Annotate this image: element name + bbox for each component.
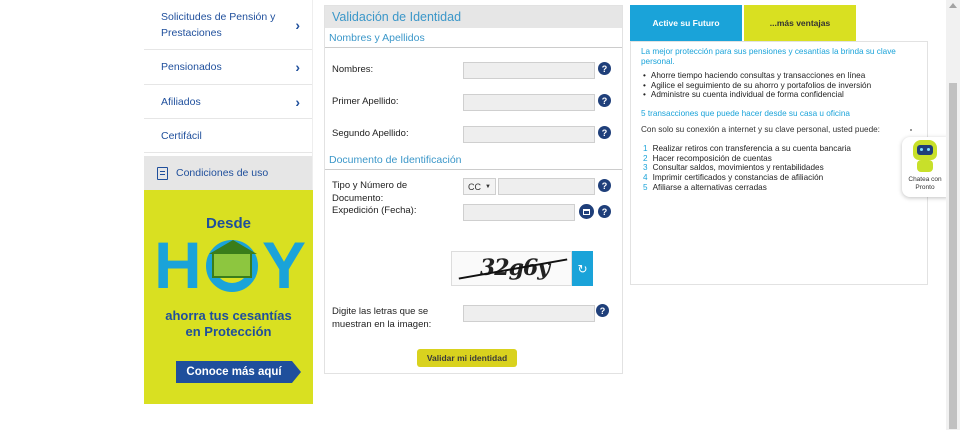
sidebar-item-label: Condiciones de uso <box>176 167 269 179</box>
sidebar-item-solicitudes[interactable]: Solicitudes de Pensión y Prestaciones › <box>144 0 312 50</box>
page: Solicitudes de Pensión y Prestaciones › … <box>0 0 960 430</box>
list-item: Agilice el seguimiento de su ahorro y po… <box>643 81 917 91</box>
doc-type-value: CC <box>468 181 481 192</box>
robot-icon <box>913 140 937 160</box>
list-item: 3 Consultar saldos, movimientos y rentabi… <box>643 163 824 173</box>
sidebar-item-condiciones[interactable]: Condiciones de uso <box>144 156 312 190</box>
row-tipo-documento: Tipo y Número de Documento: CC ▼ ? <box>325 170 622 204</box>
primer-apellido-input[interactable] <box>463 94 595 111</box>
chatbot-label-line1: Chatea con <box>908 176 942 183</box>
scroll-up-arrow-icon[interactable] <box>949 3 957 8</box>
list-item: 4 Imprimir certificados y constancias de … <box>643 172 824 182</box>
vertical-scrollbar[interactable] <box>946 0 960 430</box>
refresh-icon: ↻ <box>577 261 588 276</box>
row-captcha-input: Digite las letras que se muestran en la … <box>325 302 624 334</box>
row-primer-apellido: Primer Apellido: ? <box>325 86 622 118</box>
sidebar-item-afiliados[interactable]: Afiliados › <box>144 85 312 119</box>
form-title: Validación de Identidad <box>325 6 622 28</box>
chevron-right-icon: › <box>295 93 300 110</box>
help-icon[interactable]: ? <box>598 126 611 139</box>
sidebar-item-label: Certifácil <box>161 129 202 142</box>
captcha-input[interactable] <box>463 305 595 322</box>
section-heading-names: Nombres y Apellidos <box>325 28 622 48</box>
banner-hoy-h: H <box>154 228 202 302</box>
sidebar: Solicitudes de Pensión y Prestaciones › … <box>144 0 313 404</box>
captcha-image: 32g6y <box>451 251 572 286</box>
identity-validation-form: Validación de Identidad Nombres y Apelli… <box>324 5 623 374</box>
scrollbar-thumb[interactable] <box>949 83 957 429</box>
segundo-apellido-label: Segundo Apellido: <box>332 128 409 139</box>
help-icon[interactable]: ? <box>598 205 611 218</box>
sidebar-item-label: Pensionados <box>161 61 222 73</box>
row-nombres: Nombres: ? <box>325 54 622 86</box>
sidebar-item-label: Afiliados <box>161 95 201 108</box>
nombres-input[interactable] <box>463 62 595 79</box>
transactions-heading: 5 transacciones que puede hacer desde su… <box>641 108 850 118</box>
banner-tagline-line1: ahorra tus cesantías <box>165 308 292 323</box>
banner-hoy-logo: H Y <box>154 228 307 302</box>
help-icon[interactable]: ? <box>598 179 611 192</box>
banner-hoy-y: Y <box>262 228 307 302</box>
chevron-right-icon: › <box>295 59 300 75</box>
info-panel: La mejor protección para sus pensiones y… <box>630 41 928 285</box>
benefits-list: Ahorre tiempo haciendo consultas y trans… <box>643 71 917 100</box>
calendar-icon[interactable] <box>579 204 594 219</box>
primer-apellido-label: Primer Apellido: <box>332 96 399 107</box>
list-item: 5 Afiliarse a alternativas cerradas <box>643 182 767 192</box>
doc-number-input[interactable] <box>498 178 595 195</box>
chatbot-label: Chatea con Pronto <box>902 176 948 192</box>
expedicion-date-input[interactable] <box>463 204 575 221</box>
chevron-right-icon: › <box>295 16 300 33</box>
banner-cta-button[interactable]: Conoce más aquí <box>176 361 301 383</box>
help-icon[interactable]: ? <box>596 304 609 317</box>
row-expedicion: Expedición (Fecha): ? <box>325 204 622 236</box>
list-item: Administre su cuenta individual de forma… <box>643 90 917 100</box>
segundo-apellido-input[interactable] <box>463 126 595 143</box>
chatbot-label-line2: Pronto <box>915 184 935 191</box>
sidebar-item-pensionados[interactable]: Pensionados › <box>144 50 312 85</box>
tipo-documento-label: Tipo y Número de Documento: <box>332 180 408 204</box>
transactions-subheading: Con solo su conexión a internet y su cla… <box>641 124 880 134</box>
refresh-captcha-button[interactable]: ↻ <box>572 251 593 286</box>
info-tabs: Active su Futuro ...más ventajas <box>630 5 856 41</box>
list-item: Ahorre tiempo haciendo consultas y trans… <box>643 71 917 81</box>
section-heading-document: Documento de Identificación <box>325 150 622 170</box>
decorative-dot <box>910 129 912 131</box>
validate-identity-button[interactable]: Validar mi identidad <box>417 349 517 367</box>
dropdown-arrow-icon: ▼ <box>485 183 491 190</box>
row-segundo-apellido: Segundo Apellido: ? <box>325 118 622 150</box>
robot-body <box>917 160 933 172</box>
promo-banner[interactable]: Desde H Y ahorra tus cesantías en Protec… <box>144 190 313 404</box>
info-intro: La mejor protección para sus pensiones y… <box>641 47 896 66</box>
tab-mas-ventajas[interactable]: ...más ventajas <box>744 5 856 41</box>
transactions-list: 1 Realizar retiros con transferencia a su… <box>643 144 917 192</box>
expedicion-label: Expedición (Fecha): <box>332 205 417 216</box>
banner-tagline-line2: en Protección <box>185 324 272 339</box>
captcha-label: Digite las letras que se muestran en la … <box>332 306 432 330</box>
help-icon[interactable]: ? <box>598 62 611 75</box>
sidebar-item-label: Solicitudes de Pensión y Prestaciones <box>161 10 276 39</box>
banner-tagline: ahorra tus cesantías en Protección <box>144 308 313 340</box>
house-icon <box>212 252 252 278</box>
chatbot-widget[interactable]: Chatea con Pronto <box>902 137 948 197</box>
doc-type-select[interactable]: CC ▼ <box>463 178 496 195</box>
nombres-label: Nombres: <box>332 64 374 75</box>
list-item: 1 Realizar retiros con transferencia a su… <box>643 144 851 154</box>
help-icon[interactable]: ? <box>598 94 611 107</box>
list-item: 2 Hacer recomposición de cuentas <box>643 153 772 163</box>
tab-active-su-futuro[interactable]: Active su Futuro <box>630 5 742 41</box>
sidebar-item-certifacil[interactable]: Certifácil <box>144 119 312 153</box>
document-icon <box>157 166 168 180</box>
